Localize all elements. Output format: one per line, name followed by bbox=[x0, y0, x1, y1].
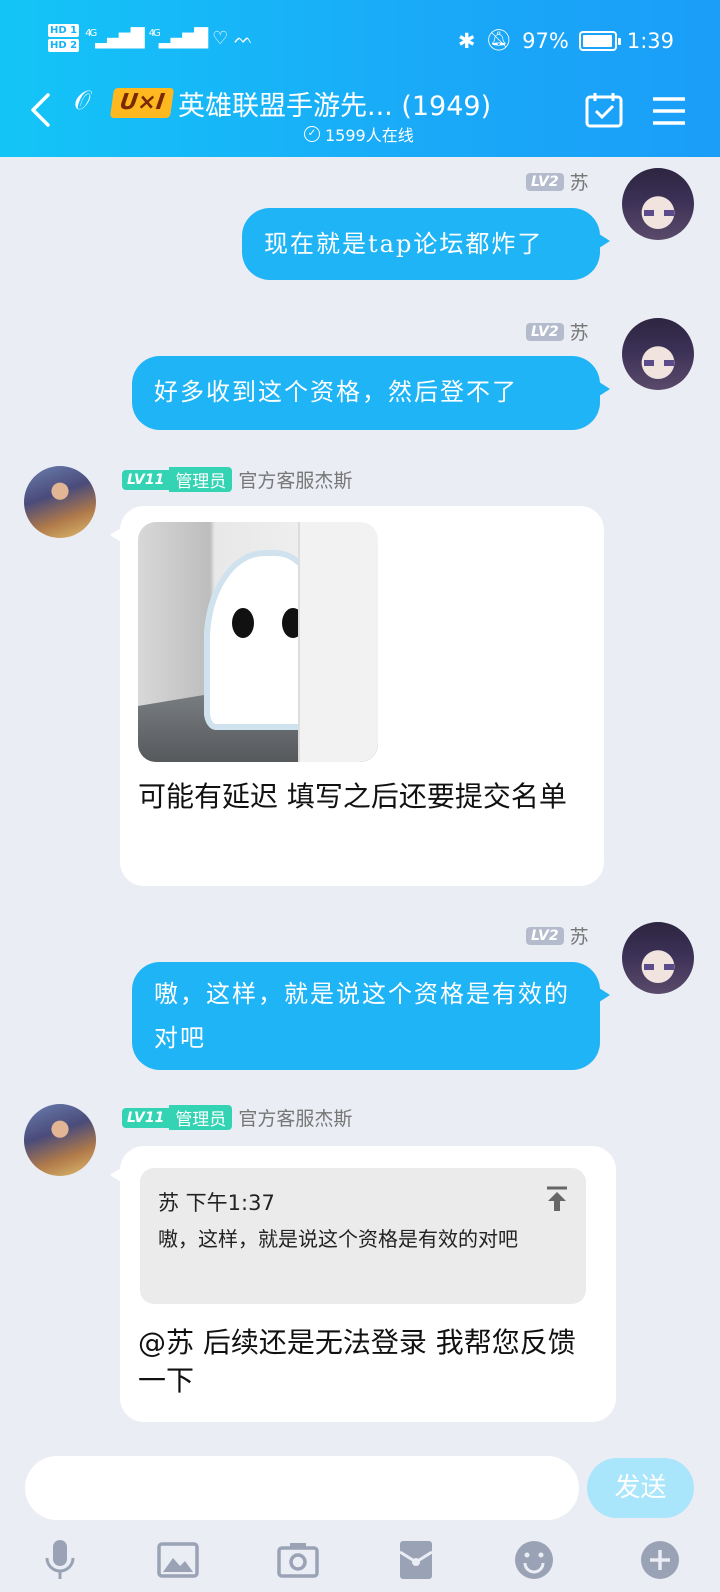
message-text: @苏 后续还是无法登录 我帮您反馈一下 bbox=[138, 1326, 576, 1397]
app-icon: ᨓ bbox=[234, 28, 254, 47]
level-badge: LV2 bbox=[526, 322, 564, 341]
signal-icon-2: 4G▂▄▆█ bbox=[148, 27, 208, 49]
input-toolbar bbox=[0, 1528, 720, 1588]
level-badge: LV2 bbox=[526, 926, 564, 945]
emoji-icon[interactable] bbox=[512, 1538, 556, 1582]
microphone-icon[interactable] bbox=[38, 1538, 82, 1582]
shared-image[interactable] bbox=[138, 522, 378, 762]
battery-fill bbox=[582, 34, 612, 47]
hd1-indicator: HD 1 bbox=[48, 24, 80, 37]
image-icon[interactable] bbox=[156, 1538, 200, 1582]
back-arrow-icon[interactable] bbox=[28, 92, 54, 128]
plus-icon[interactable] bbox=[638, 1538, 682, 1582]
send-button[interactable]: 发送 bbox=[587, 1458, 694, 1518]
message-bubble[interactable]: 可能有延迟 填写之后还要提交名单 bbox=[110, 506, 604, 886]
avatar[interactable] bbox=[622, 922, 694, 994]
level-badge: LV11 bbox=[122, 469, 170, 490]
chat-header: HD 1 HD 2 4G▂▄▆█ 4G▂▄▆█ ♡ ᨓ ✱ 🔕︎ 97% 1:3… bbox=[0, 0, 720, 157]
sender-meta: LV11 管理员 官方客服杰斯 bbox=[122, 1104, 352, 1131]
sender-name: 官方客服杰斯 bbox=[238, 1108, 353, 1130]
menu-icon[interactable] bbox=[652, 96, 686, 126]
online-count: ✓ 1599人在线 bbox=[304, 122, 414, 146]
signal-icon: 4G▂▄▆█ bbox=[85, 27, 144, 49]
calendar-check-icon[interactable] bbox=[585, 92, 623, 128]
quote-text: 嗷，这样，就是说这个资格是有效的对吧 bbox=[158, 1227, 518, 1251]
message-bubble[interactable]: 苏 下午1:37 嗷，这样，就是说这个资格是有效的对吧 @苏 后续还是无法登录 … bbox=[110, 1146, 616, 1422]
status-bar: HD 1 HD 2 4G▂▄▆█ 4G▂▄▆█ ♡ ᨓ ✱ 🔕︎ 97% 1:3… bbox=[0, 24, 720, 64]
message-input[interactable] bbox=[25, 1456, 579, 1520]
admin-badge: 管理员 bbox=[169, 467, 233, 492]
message-bubble[interactable]: 好多收到这个资格，然后登不了 bbox=[132, 356, 610, 430]
quoted-message[interactable]: 苏 下午1:37 嗷，这样，就是说这个资格是有效的对吧 bbox=[140, 1168, 586, 1304]
level-badge: LV11 bbox=[122, 1107, 170, 1128]
clock: 1:39 bbox=[626, 28, 674, 53]
signal2-label: 4G bbox=[148, 27, 161, 39]
battery-icon bbox=[578, 30, 621, 51]
battery-percent: 97% bbox=[522, 28, 569, 53]
jump-to-top-icon[interactable] bbox=[546, 1186, 568, 1212]
sender-name: 苏 bbox=[569, 322, 589, 344]
signal1-label: 4G bbox=[85, 27, 97, 39]
camera-icon[interactable] bbox=[276, 1538, 320, 1582]
bluetooth-icon: ✱ bbox=[457, 28, 476, 53]
heart-icon: ♡ bbox=[212, 27, 229, 49]
group-logo: U×I bbox=[109, 88, 175, 118]
ear-icon[interactable]: 𝒪 bbox=[74, 86, 90, 117]
level-badge: LV2 bbox=[526, 172, 564, 191]
sender-name: 苏 bbox=[569, 926, 589, 948]
sender-name: 苏 bbox=[569, 172, 589, 194]
avatar[interactable] bbox=[622, 168, 694, 240]
sender-meta: LV2 苏 bbox=[526, 168, 589, 195]
hd2-indicator: HD 2 bbox=[48, 39, 80, 52]
sender-name: 官方客服杰斯 bbox=[238, 470, 353, 492]
avatar[interactable] bbox=[24, 1104, 96, 1176]
message-bubble[interactable]: 现在就是tap论坛都炸了 bbox=[242, 208, 610, 280]
avatar[interactable] bbox=[24, 466, 96, 538]
chat-title[interactable]: 英雄联盟手游先... (1949) bbox=[178, 84, 491, 123]
mute-icon: 🔕︎ bbox=[485, 28, 513, 52]
sender-meta: LV2 苏 bbox=[526, 922, 589, 949]
message-text: 可能有延迟 填写之后还要提交名单 bbox=[138, 780, 567, 813]
online-text: 1599人在线 bbox=[325, 126, 414, 145]
avatar[interactable] bbox=[622, 318, 694, 390]
message-bubble[interactable]: 嗷，这样，就是说这个资格是有效的对吧 bbox=[132, 962, 610, 1070]
admin-badge: 管理员 bbox=[169, 1105, 233, 1130]
red-packet-icon[interactable] bbox=[394, 1538, 438, 1582]
quote-author-time: 苏 下午1:37 bbox=[158, 1191, 275, 1215]
sender-meta: LV2 苏 bbox=[526, 318, 589, 345]
sender-meta: LV11 管理员 官方客服杰斯 bbox=[122, 466, 352, 493]
check-circle-icon: ✓ bbox=[304, 126, 320, 142]
